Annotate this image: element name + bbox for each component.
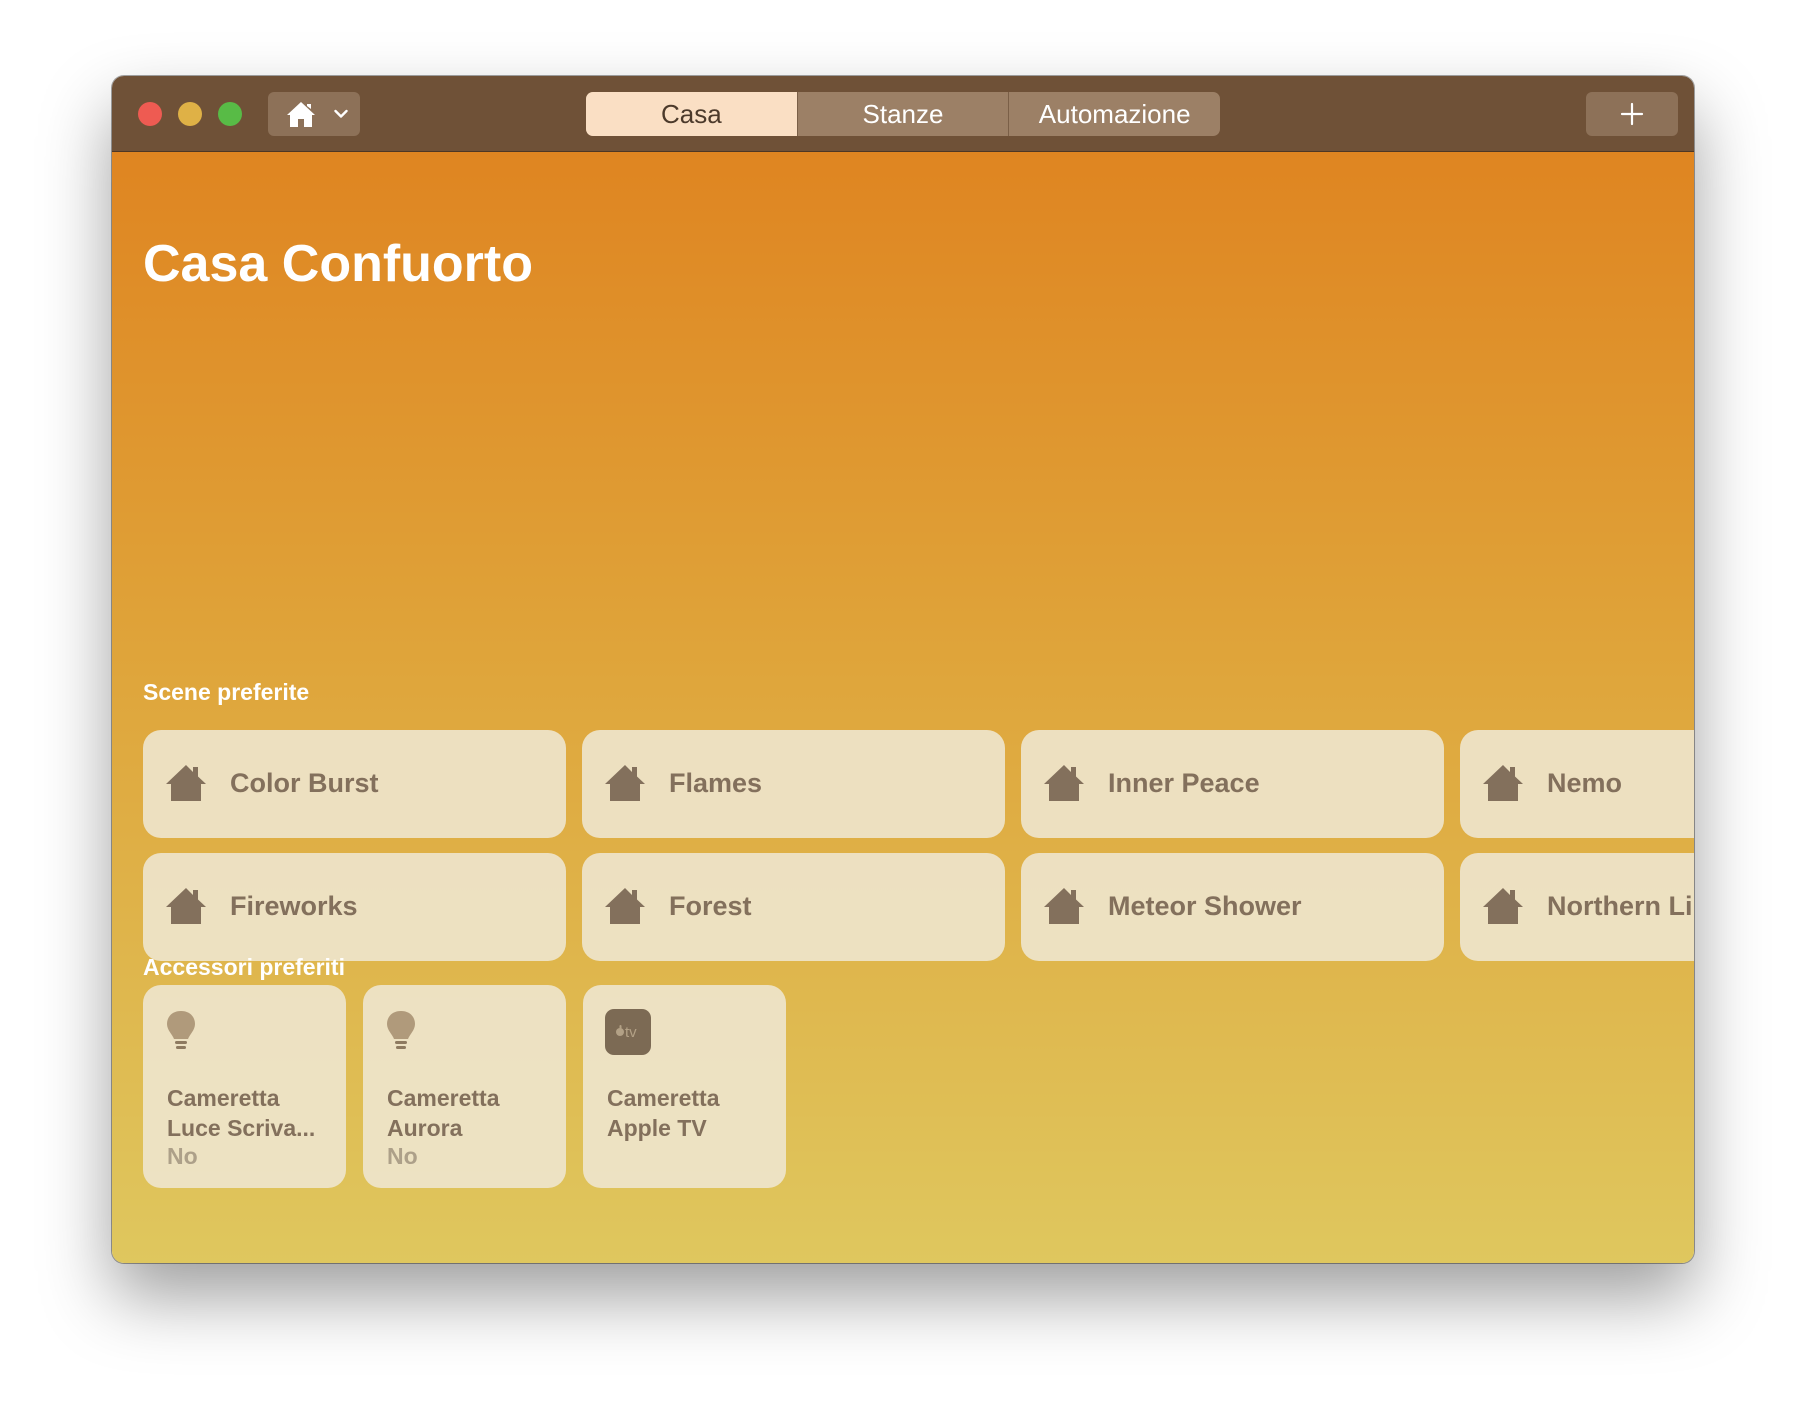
scene-label: Flames: [669, 768, 763, 798]
accessory-status: No: [167, 1143, 198, 1169]
plus-icon: [1620, 102, 1644, 126]
add-button[interactable]: [1586, 92, 1678, 136]
scene-tile[interactable]: Forest: [582, 853, 1005, 961]
scene-label: Fireworks: [230, 891, 358, 921]
scene-tile[interactable]: Inner Peace: [1021, 730, 1444, 838]
svg-text:tv: tv: [625, 1024, 637, 1041]
accessory-label: Luce Scriva...: [167, 1115, 316, 1141]
house-icon: [166, 765, 206, 801]
accessory-name: Cameretta Aurora: [387, 1083, 500, 1143]
scene-label: Inner Peace: [1108, 768, 1260, 798]
house-icon: [287, 102, 315, 127]
scene-tile[interactable]: Meteor Shower: [1021, 853, 1444, 961]
accessory-label: Apple TV: [607, 1115, 707, 1141]
scene-tile[interactable]: Flames: [582, 730, 1005, 838]
minimize-button[interactable]: [178, 102, 202, 126]
accessory-room: Cameretta: [167, 1085, 280, 1111]
chevron-down-icon: [334, 109, 348, 118]
accessory-status: No: [387, 1143, 418, 1169]
home-content: Casa Confuorto Scene preferite Color Bur…: [112, 152, 1694, 1263]
view-tabs: Casa Stanze Automazione: [586, 92, 1220, 136]
house-icon: [605, 888, 645, 924]
close-button[interactable]: [138, 102, 162, 126]
house-icon: [1483, 888, 1523, 924]
home-app-window: Casa Stanze Automazione Casa Confuorto S…: [112, 76, 1694, 1263]
accessory-tile-aurora[interactable]: Cameretta Aurora No: [363, 985, 566, 1188]
scene-tile[interactable]: Northern Li: [1460, 853, 1694, 961]
accessory-label: Aurora: [387, 1115, 463, 1141]
house-icon: [605, 765, 645, 801]
home-selector-button[interactable]: [268, 92, 360, 136]
page-title: Casa Confuorto: [143, 235, 533, 293]
scene-tile[interactable]: Fireworks: [143, 853, 566, 961]
scene-label: Meteor Shower: [1108, 891, 1302, 921]
house-icon: [1483, 765, 1523, 801]
accessory-tile-apple-tv[interactable]: tv Cameretta Apple TV: [583, 985, 786, 1188]
apple-tv-icon: tv: [605, 1009, 651, 1055]
scene-label: Forest: [669, 891, 752, 921]
scenes-section-label: Scene preferite: [143, 679, 310, 705]
house-icon: [1044, 888, 1084, 924]
tab-stanze[interactable]: Stanze: [798, 92, 1010, 136]
lightbulb-icon: [167, 1011, 195, 1049]
scene-label: Color Burst: [230, 768, 379, 798]
scene-label: Nemo: [1547, 768, 1623, 798]
scene-tile[interactable]: Color Burst: [143, 730, 566, 838]
zoom-button[interactable]: [218, 102, 242, 126]
accessory-name: Cameretta Apple TV: [607, 1083, 720, 1143]
accessory-room: Cameretta: [387, 1085, 500, 1111]
scene-label: Northern Li: [1547, 891, 1693, 921]
scene-tile[interactable]: Nemo: [1460, 730, 1694, 838]
accessory-tile-luce-scrivania[interactable]: Cameretta Luce Scriva... No: [143, 985, 346, 1188]
house-icon: [166, 888, 206, 924]
tab-casa[interactable]: Casa: [586, 92, 798, 136]
title-bar: Casa Stanze Automazione: [112, 76, 1694, 152]
accessory-room: Cameretta: [607, 1085, 720, 1111]
accessories-section-label: Accessori preferiti: [143, 954, 345, 980]
tab-automazione[interactable]: Automazione: [1009, 92, 1220, 136]
house-icon: [1044, 765, 1084, 801]
lightbulb-icon: [387, 1011, 415, 1049]
accessory-name: Cameretta Luce Scriva...: [167, 1083, 315, 1143]
